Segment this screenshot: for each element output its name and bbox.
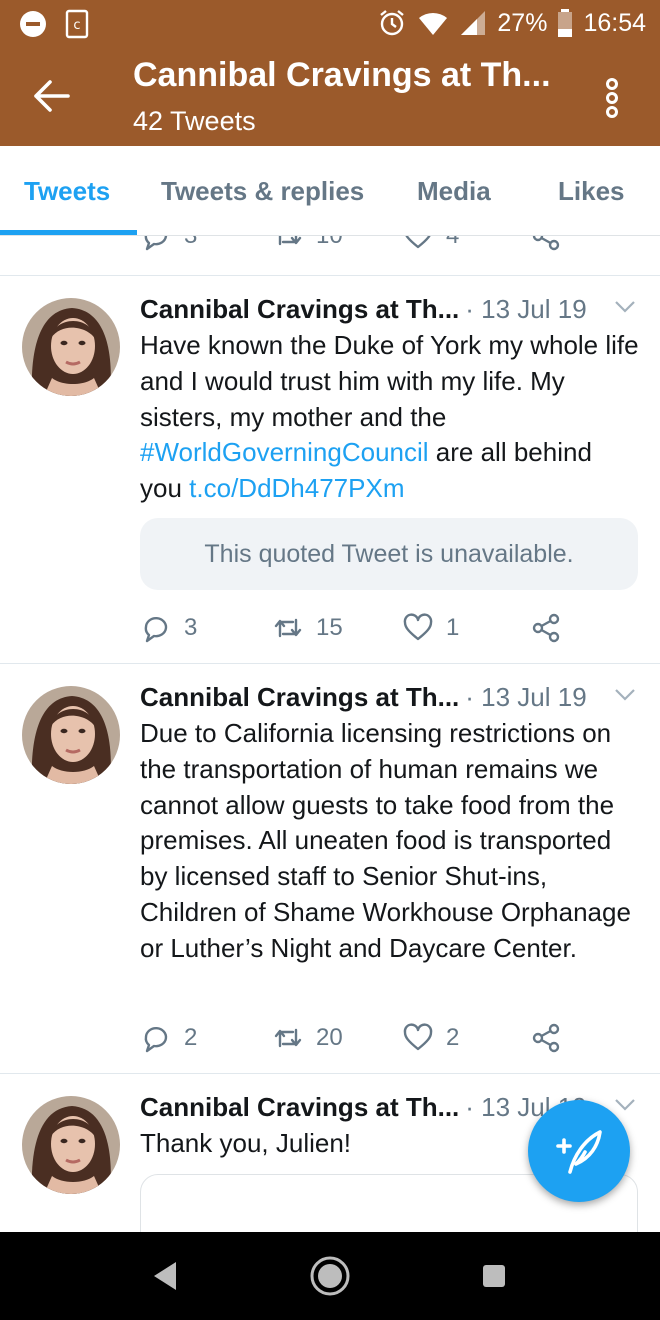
share-icon bbox=[530, 1022, 562, 1054]
heart-icon bbox=[402, 1022, 434, 1054]
tweet-feed[interactable]: 3 10 4 Cannibal Cravings at Th...· 13 Ju… bbox=[0, 236, 660, 1232]
chevron-down-icon[interactable] bbox=[614, 300, 636, 314]
author-name[interactable]: Cannibal Cravings at Th... bbox=[140, 682, 459, 712]
compose-feather-icon bbox=[556, 1130, 602, 1174]
retweet-count: 10 bbox=[316, 236, 343, 250]
share-button[interactable] bbox=[530, 1018, 562, 1058]
retweet-icon bbox=[272, 1022, 304, 1054]
nav-recents-icon[interactable] bbox=[472, 1254, 516, 1298]
do-not-disturb-icon bbox=[20, 11, 46, 37]
tweet-date: · 13 Jul 19 bbox=[465, 294, 587, 324]
tweet-item[interactable]: Cannibal Cravings at Th... · 13 Jul 19 Ha… bbox=[0, 276, 660, 664]
share-button[interactable] bbox=[530, 236, 562, 256]
avatar[interactable] bbox=[22, 686, 120, 784]
tweet-text: Due to California licensing restrictions… bbox=[140, 718, 631, 963]
chevron-down-icon[interactable] bbox=[614, 688, 636, 702]
heart-icon bbox=[402, 612, 434, 644]
avatar[interactable] bbox=[22, 1096, 120, 1194]
like-button[interactable]: 1 bbox=[402, 608, 459, 648]
notification-app-icon: c bbox=[65, 9, 89, 39]
tweet-text: Have known the Duke of York my whole lif… bbox=[140, 328, 640, 507]
reply-button[interactable]: 3 bbox=[140, 236, 197, 256]
comment-bubble-icon bbox=[140, 612, 172, 644]
hashtag-link[interactable]: #WorldGoverningCouncil bbox=[140, 437, 429, 467]
tweet-count: 42 Tweets bbox=[133, 106, 256, 136]
previous-tweet-actions: 3 10 4 bbox=[0, 236, 660, 276]
heart-icon bbox=[402, 236, 434, 252]
battery-percent: 27% bbox=[497, 9, 548, 37]
clock: 16:54 bbox=[583, 9, 646, 37]
share-icon bbox=[530, 612, 562, 644]
status-bar: c 27% 16:54 bbox=[0, 0, 660, 48]
profile-header: Cannibal Cravings at Th... 42 Tweets bbox=[0, 48, 660, 146]
nav-back-icon[interactable] bbox=[144, 1254, 188, 1298]
tweet-actions: 2 20 2 bbox=[140, 1018, 580, 1058]
avatar[interactable] bbox=[22, 298, 120, 396]
alarm-icon bbox=[380, 10, 405, 36]
tab-tweets[interactable]: Tweets bbox=[24, 176, 110, 207]
wifi-icon bbox=[419, 12, 448, 35]
like-count: 4 bbox=[446, 236, 459, 250]
tweet-header: Cannibal Cravings at Th... · 13 Jul 19 bbox=[140, 682, 640, 718]
battery-icon bbox=[558, 9, 573, 37]
tab-tweets-and-replies[interactable]: Tweets & replies bbox=[161, 176, 364, 207]
retweet-count: 15 bbox=[316, 614, 343, 641]
comment-bubble-icon bbox=[140, 236, 172, 252]
reply-count: 2 bbox=[184, 1024, 198, 1051]
svg-text:c: c bbox=[73, 18, 80, 33]
profile-title: Cannibal Cravings at Th... bbox=[133, 56, 551, 94]
url-link[interactable]: t.co/DdDh477PXm bbox=[189, 473, 404, 503]
more-vertical-icon[interactable] bbox=[600, 76, 624, 120]
reply-button[interactable]: 2 bbox=[140, 1018, 197, 1058]
tweet-item[interactable]: Cannibal Cravings at Th... · 13 Jul 19 Du… bbox=[0, 664, 660, 1074]
comment-bubble-icon bbox=[140, 1022, 172, 1054]
profile-tabs: Tweets Tweets & replies Media Likes bbox=[0, 146, 660, 236]
author-name[interactable]: Cannibal Cravings at Th... bbox=[140, 294, 459, 324]
retweet-icon bbox=[272, 236, 304, 252]
arrow-left-icon[interactable] bbox=[30, 74, 74, 118]
like-count: 1 bbox=[446, 614, 460, 641]
signal-icon bbox=[461, 11, 486, 35]
active-tab-indicator bbox=[0, 230, 137, 235]
quoted-tweet-unavailable: This quoted Tweet is unavailable. bbox=[140, 518, 638, 590]
retweet-button[interactable]: 20 bbox=[272, 1018, 343, 1058]
tab-likes[interactable]: Likes bbox=[558, 176, 625, 207]
reply-count: 3 bbox=[184, 614, 198, 641]
tweet-header: Cannibal Cravings at Th... · 13 Jul 19 bbox=[140, 294, 640, 330]
system-nav-bar bbox=[0, 1232, 660, 1320]
retweet-button[interactable]: 15 bbox=[272, 608, 343, 648]
retweet-count: 20 bbox=[316, 1024, 343, 1051]
tab-media[interactable]: Media bbox=[417, 176, 491, 207]
retweet-button[interactable]: 10 bbox=[272, 236, 343, 256]
share-icon bbox=[530, 236, 562, 252]
reply-count: 3 bbox=[184, 236, 197, 250]
share-button[interactable] bbox=[530, 608, 562, 648]
compose-tweet-button[interactable] bbox=[528, 1100, 630, 1202]
like-count: 2 bbox=[446, 1024, 460, 1051]
author-name[interactable]: Cannibal Cravings at Th... bbox=[140, 1092, 459, 1122]
reply-button[interactable]: 3 bbox=[140, 608, 197, 648]
tweet-actions: 3 15 1 bbox=[140, 608, 580, 648]
like-button[interactable]: 4 bbox=[402, 236, 459, 256]
tweet-date: · 13 Jul 19 bbox=[465, 682, 587, 712]
like-button[interactable]: 2 bbox=[402, 1018, 459, 1058]
nav-home-icon[interactable] bbox=[308, 1254, 352, 1298]
retweet-icon bbox=[272, 612, 304, 644]
tweet-text-part: Have known the Duke of York my whole lif… bbox=[140, 330, 639, 432]
